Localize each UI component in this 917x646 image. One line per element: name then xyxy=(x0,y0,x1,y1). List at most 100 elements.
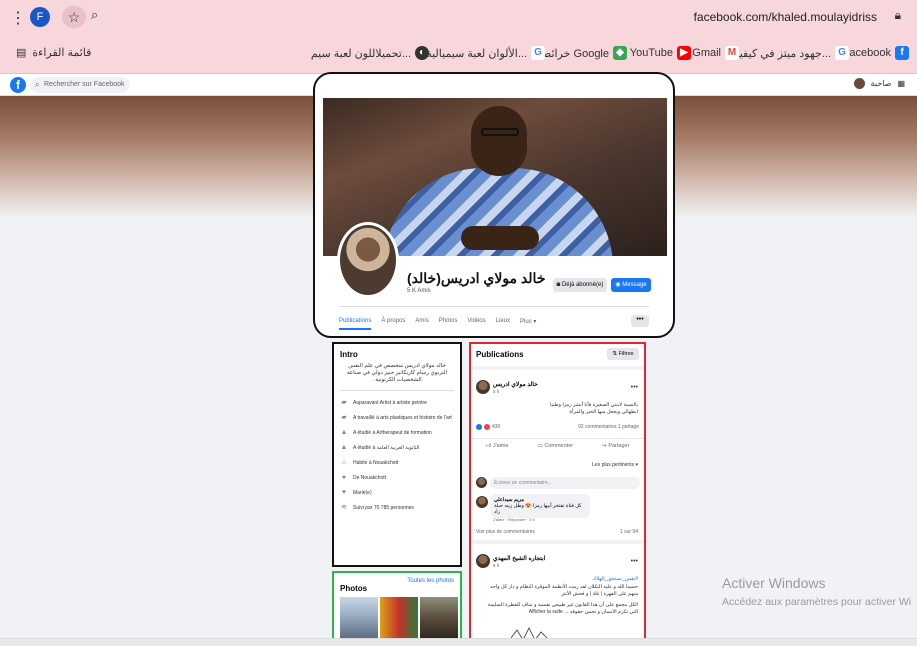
user-avatar xyxy=(853,78,865,89)
comment-input[interactable]: Écrivez un commentaire... xyxy=(490,477,640,489)
post-time[interactable]: 6 h xyxy=(493,563,499,568)
windows-watermark-title: Activer Windows xyxy=(722,575,826,591)
bookmark-facebook[interactable]: Facebook f xyxy=(843,46,909,60)
tab-about[interactable]: À propos xyxy=(381,318,405,330)
intro-row-from: ● De Nouakchott xyxy=(340,474,454,481)
intro-row-text: Habite à Nouakchott xyxy=(353,460,399,466)
message-button[interactable]: ◉ Message xyxy=(611,278,651,292)
commenter-avatar xyxy=(476,477,487,488)
tab-more[interactable]: Plus ▾ xyxy=(520,318,536,330)
post-author-name[interactable]: خالد مولاي ادريس xyxy=(493,381,538,388)
bookmark-maps[interactable]: خرائط Google ◆ xyxy=(541,46,627,60)
tab-publications[interactable]: Publications xyxy=(339,318,372,330)
post-hashtag[interactable]: #نفس_تستحق_الهلاك xyxy=(592,576,638,582)
account-area[interactable]: صاحبة ▦ xyxy=(853,78,905,89)
globe-icon: ◐ xyxy=(415,46,429,60)
bookmark-label: الألوان لعبة سيميالية... xyxy=(426,47,527,60)
profile-tabs: Publications À propos Amis Photos Vidéos… xyxy=(339,318,536,330)
tab-videos[interactable]: Vidéos xyxy=(467,318,485,330)
subscribed-button[interactable]: ◙ Déjà abonné(e) xyxy=(553,278,607,292)
intro-row-followers: ≋ Suivi par 70 785 personnes xyxy=(340,504,454,511)
url-field[interactable]: facebook.com/khaled.moulayidriss xyxy=(694,10,877,24)
cover-head xyxy=(471,106,527,176)
search-input[interactable]: ⌕ Rechercher sur Facebook xyxy=(30,77,130,93)
post-time[interactable]: 5 h xyxy=(493,389,499,394)
comment-meta[interactable]: J'aime · Répondre · 3 h xyxy=(493,517,535,522)
facebook-logo-icon[interactable]: f xyxy=(10,77,26,93)
like-label: J'aime xyxy=(492,443,509,449)
intro-row-text: A étudié à Artherapeut de formation xyxy=(353,430,432,436)
filters-label: Filtres xyxy=(618,351,634,357)
home-icon: ⌂ xyxy=(341,459,347,466)
menu-kebab-icon[interactable]: ⋮ xyxy=(10,8,26,28)
comments-sort-dropdown[interactable]: Les plus pertinents ▾ xyxy=(592,462,638,468)
graduation-cap-icon: ▲ xyxy=(340,444,348,451)
comments-shares-count[interactable]: 92 commentaires 1 partage xyxy=(578,424,639,430)
graduation-cap-icon: ▲ xyxy=(340,429,348,436)
post-options-icon[interactable]: ••• xyxy=(631,558,638,565)
post-text-line: بالنسبة لابنتي الصغيرة فأنا أنشر رمزا وط… xyxy=(550,402,638,408)
see-all-photos-link[interactable]: Toutes les photos xyxy=(407,578,454,584)
account-label: صاحبة xyxy=(870,79,892,88)
search-placeholder: Rechercher sur Facebook xyxy=(44,81,125,88)
reactions-summary[interactable]: 430 xyxy=(476,424,500,430)
bookmark-google-1[interactable]: جهود ميتز في كيفية... G xyxy=(734,46,849,60)
bookmark-gmail[interactable]: Gmail M xyxy=(692,46,739,60)
more-options-button[interactable]: ••• xyxy=(631,315,649,327)
bookmark-label: YouTube xyxy=(629,47,673,59)
heart-icon: ♥ xyxy=(341,489,347,496)
lock-icon[interactable]: 🔒︎ xyxy=(895,8,901,23)
friends-count[interactable]: 5 K Amis xyxy=(407,288,431,294)
subscribed-label: Déjà abonné(e) xyxy=(561,282,604,288)
post-author-avatar[interactable] xyxy=(476,380,490,394)
comment-button[interactable]: ▭ Commenter xyxy=(538,443,573,449)
browser-profile-avatar[interactable]: F xyxy=(30,7,50,27)
like-button[interactable]: 👍︎ J'aime xyxy=(486,443,509,449)
post-author-name[interactable]: ابتجاره الشيخ المهدي xyxy=(493,555,545,562)
post-author-avatar[interactable] xyxy=(476,554,490,568)
intro-row-work-1: ▰ Auparavant Artist à artiste peintre xyxy=(340,399,454,406)
maps-icon: ◆ xyxy=(613,46,627,60)
intro-card: Intro خالد مولاي ادريس متخصص في علم النف… xyxy=(332,342,462,567)
post-text-line: ابطهالي ويجعل منها الخير والمرأة xyxy=(569,409,638,415)
comment-label: Commenter xyxy=(544,443,574,449)
photo-thumbnail[interactable] xyxy=(340,597,378,639)
profile-avatar[interactable] xyxy=(337,222,399,298)
photo-thumbnail[interactable] xyxy=(380,597,418,639)
divider xyxy=(340,390,454,391)
tab-places[interactable]: Lieux xyxy=(496,318,510,330)
comments-page-count: 1 sur 94 xyxy=(619,529,638,535)
profile-name: خالد مولاي ادريس(خالد) xyxy=(407,270,546,286)
grid-menu-icon[interactable]: ▦ xyxy=(897,79,905,88)
intro-row-lives: ⌂ Habite à Nouakchott xyxy=(340,459,454,466)
photos-title: Photos xyxy=(340,584,368,593)
bookmark-star-icon[interactable]: ☆ xyxy=(62,6,86,28)
bookmark-globe[interactable]: تحميلاللون لعبة سيم... ◐ xyxy=(311,46,429,60)
reading-list[interactable]: ▤ قائمة القراءة xyxy=(16,46,91,59)
cover-glasses xyxy=(481,128,519,136)
bookmark-google-2[interactable]: الألوان لعبة سيميالية... G xyxy=(426,46,545,60)
share-button[interactable]: ↪ Partager xyxy=(602,443,629,449)
briefcase-icon: ▰ xyxy=(341,399,347,406)
bookmark-youtube[interactable]: YouTube ▶ xyxy=(630,46,691,60)
reading-list-label: قائمة القراءة xyxy=(32,47,92,59)
like-reaction-icon xyxy=(476,424,482,430)
search-lens-icon[interactable]: ⌕ xyxy=(91,7,98,23)
filters-button[interactable]: ⇅ Filtres xyxy=(607,348,639,360)
comment-bubble: مريم سيداعلي كل فتاة تفتخر أبيها رمزا 😍 … xyxy=(490,494,590,518)
see-more-comments-link[interactable]: Voir plus de commentaires xyxy=(476,529,535,535)
intro-row-study-1: ▲ A étudié à Artherapeut de formation xyxy=(340,429,454,436)
tab-photos[interactable]: Photos xyxy=(439,318,458,330)
post-text-line[interactable]: التي تكرم الانسان و تحمي حقوقه ... Affic… xyxy=(529,609,638,616)
tab-friends[interactable]: Amis xyxy=(415,318,428,330)
post-options-icon[interactable]: ••• xyxy=(631,384,638,391)
post-actions: 👍︎ J'aime ▭ Commenter ↪ Partager xyxy=(471,438,644,449)
bookmark-label: Gmail xyxy=(692,47,721,59)
gmail-icon: M xyxy=(725,46,739,60)
intro-row-study-2: ▲ A étudié à الثانوية العربية العامة xyxy=(340,444,454,451)
photo-thumbnail[interactable] xyxy=(420,597,458,639)
comment-author-avatar[interactable] xyxy=(476,496,488,508)
google-icon: G xyxy=(531,46,545,60)
briefcase-icon: ▰ xyxy=(341,414,347,421)
photos-card: Photos Toutes les photos xyxy=(332,571,462,643)
